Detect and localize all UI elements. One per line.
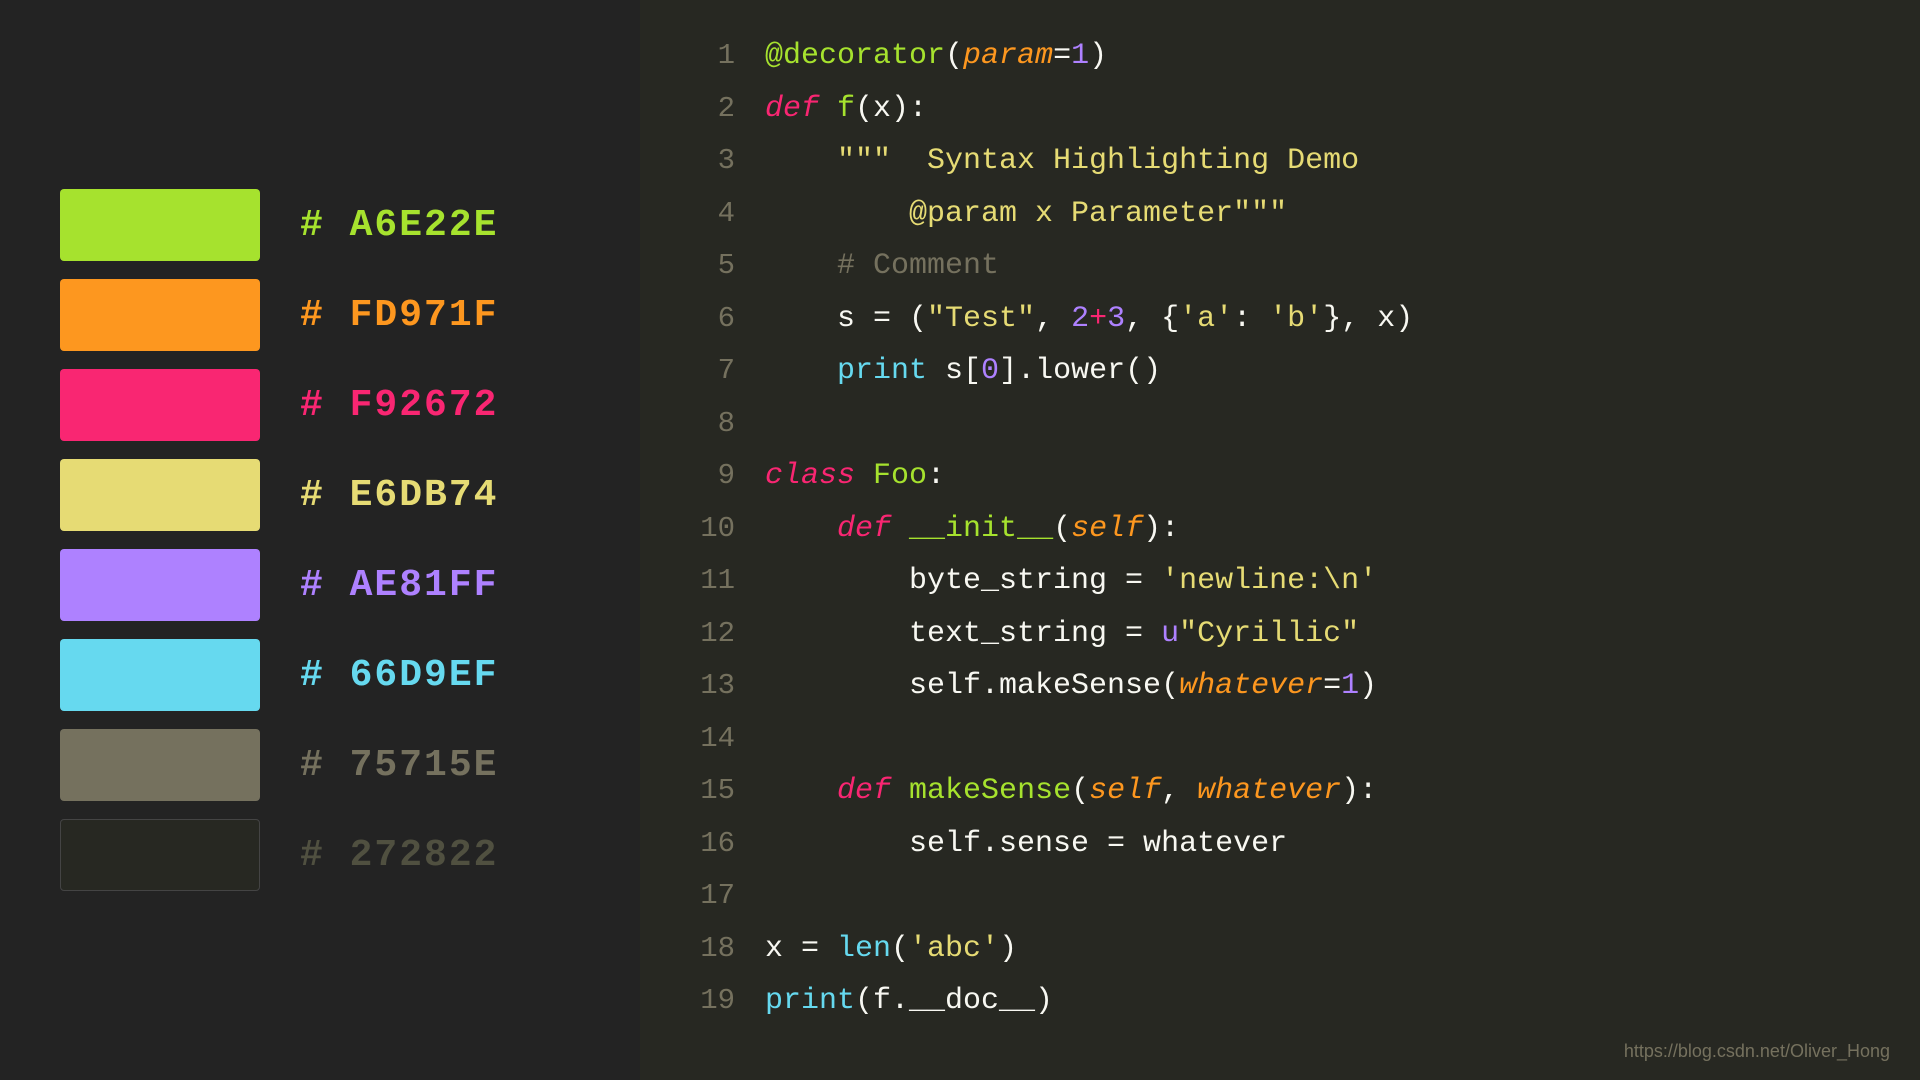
code-line-18: 18 x = len('abc') xyxy=(680,923,1880,976)
code-line-3: 3 """ Syntax Highlighting Demo xyxy=(680,135,1880,188)
code-line-16: 16 self.sense = whatever xyxy=(680,818,1880,871)
code-line-6: 6 s = ("Test", 2+3, {'a': 'b'}, x) xyxy=(680,293,1880,346)
code-line-11: 11 byte_string = 'newline:\n' xyxy=(680,555,1880,608)
code-line-14: 14 xyxy=(680,713,1880,766)
swatch-brown xyxy=(60,729,260,801)
watermark: https://blog.csdn.net/Oliver_Hong xyxy=(1624,1041,1890,1062)
color-palette: # A6E22E # FD971F # F92672 # E6DB74 # AE… xyxy=(0,0,640,1080)
code-line-13: 13 self.makeSense(whatever=1) xyxy=(680,660,1880,713)
code-line-1: 1 @decorator(param=1) xyxy=(680,30,1880,83)
swatch-row-6: # 66D9EF xyxy=(60,639,580,711)
swatch-label-yellow: # E6DB74 xyxy=(300,474,498,517)
swatch-row-8: # 272822 xyxy=(60,819,580,891)
code-line-5: 5 # Comment xyxy=(680,240,1880,293)
code-line-4: 4 @param x Parameter""" xyxy=(680,188,1880,241)
swatch-label-brown: # 75715E xyxy=(300,744,498,787)
swatch-pink xyxy=(60,369,260,441)
swatch-label-pink: # F92672 xyxy=(300,384,498,427)
swatch-row-5: # AE81FF xyxy=(60,549,580,621)
code-line-7: 7 print s[0].lower() xyxy=(680,345,1880,398)
swatch-yellow xyxy=(60,459,260,531)
code-line-8: 8 xyxy=(680,398,1880,451)
swatch-purple xyxy=(60,549,260,621)
swatch-row-2: # FD971F xyxy=(60,279,580,351)
code-line-19: 19 print(f.__doc__) xyxy=(680,975,1880,1028)
swatch-label-green: # A6E22E xyxy=(300,204,498,247)
swatch-cyan xyxy=(60,639,260,711)
code-content: 1 @decorator(param=1) 2 def f(x): 3 """ … xyxy=(680,30,1880,1028)
code-line-10: 10 def __init__(self): xyxy=(680,503,1880,556)
swatch-label-dark: # 272822 xyxy=(300,834,498,877)
swatch-row-4: # E6DB74 xyxy=(60,459,580,531)
swatch-row-7: # 75715E xyxy=(60,729,580,801)
code-line-15: 15 def makeSense(self, whatever): xyxy=(680,765,1880,818)
code-line-9: 9 class Foo: xyxy=(680,450,1880,503)
code-line-2: 2 def f(x): xyxy=(680,83,1880,136)
swatch-label-cyan: # 66D9EF xyxy=(300,654,498,697)
swatch-label-purple: # AE81FF xyxy=(300,564,498,607)
code-line-17: 17 xyxy=(680,870,1880,923)
swatch-label-orange: # FD971F xyxy=(300,294,498,337)
swatch-orange xyxy=(60,279,260,351)
swatch-row-1: # A6E22E xyxy=(60,189,580,261)
swatch-row-3: # F92672 xyxy=(60,369,580,441)
code-line-12: 12 text_string = u"Cyrillic" xyxy=(680,608,1880,661)
swatch-green xyxy=(60,189,260,261)
swatch-dark xyxy=(60,819,260,891)
code-editor: 1 @decorator(param=1) 2 def f(x): 3 """ … xyxy=(640,0,1920,1080)
